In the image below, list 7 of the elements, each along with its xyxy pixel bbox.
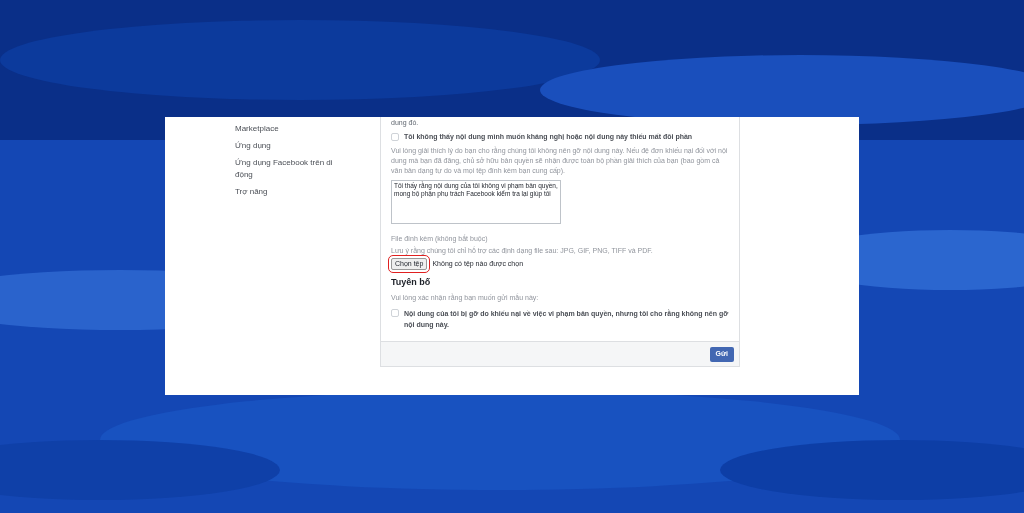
sidebar-item[interactable]: Ứng dụng Facebook trên di động xyxy=(235,157,350,181)
sidebar-item[interactable]: Marketplace xyxy=(235,123,350,135)
checkbox[interactable] xyxy=(391,309,399,317)
section-title: Tuyên bố xyxy=(391,276,432,288)
checkbox[interactable] xyxy=(391,133,399,141)
sidebar-item[interactable]: Ứng dụng xyxy=(235,140,350,152)
sidebar-item[interactable]: Trợ năng xyxy=(235,186,350,198)
